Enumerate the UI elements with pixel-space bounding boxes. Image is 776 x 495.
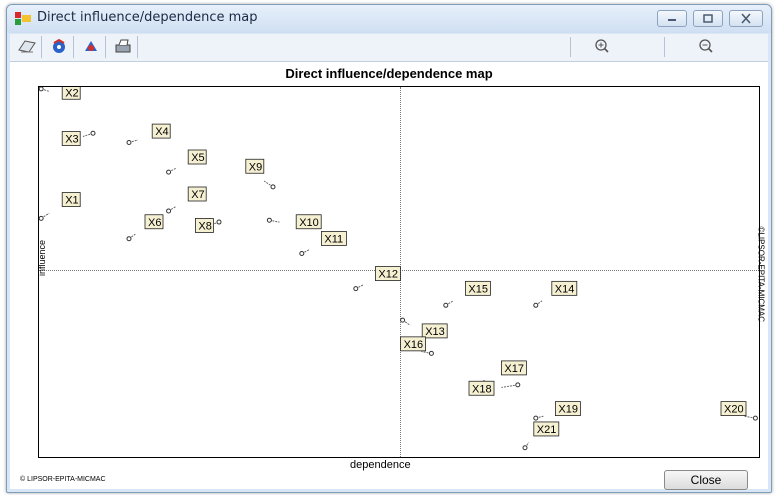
point-label: X18 [472, 383, 492, 395]
data-point-x13[interactable]: X13 [400, 317, 448, 339]
point-marker [270, 184, 276, 190]
point-marker [752, 415, 758, 421]
data-point-x11[interactable]: X11 [299, 230, 347, 256]
data-point-x12[interactable]: X12 [353, 266, 401, 292]
point-label: X17 [504, 363, 524, 375]
minimize-button[interactable] [657, 10, 687, 27]
title-bar[interactable]: Direct influence/dependence map [7, 5, 771, 33]
data-point-x15[interactable]: X15 [443, 280, 491, 308]
close-button[interactable]: Close [664, 470, 748, 490]
point-label: X21 [537, 424, 557, 436]
printer-icon [115, 39, 130, 53]
format-button[interactable] [76, 36, 106, 58]
point-label: X11 [324, 233, 343, 245]
point-label: X16 [404, 339, 424, 351]
app-window: Direct influence/dependence map Direct i… [6, 4, 772, 493]
close-window-button[interactable] [729, 10, 763, 27]
copy-icon [17, 40, 36, 53]
toolbar-separator [570, 37, 571, 57]
data-point-x3[interactable]: X3 [61, 130, 96, 146]
point-marker [428, 350, 434, 356]
point-marker [126, 140, 132, 145]
point-label: X4 [155, 126, 168, 138]
app-icon [15, 12, 31, 25]
point-marker [166, 169, 172, 175]
toolbar [10, 34, 768, 62]
point-label: X9 [249, 161, 262, 173]
point-marker [515, 382, 521, 388]
close-icon [741, 13, 751, 24]
point-label: X10 [299, 217, 319, 229]
data-point-x20[interactable]: X20 [720, 401, 758, 421]
data-point-x10[interactable]: X10 [266, 214, 322, 230]
zoom-in-button[interactable] [582, 36, 622, 58]
point-label: X2 [65, 87, 78, 99]
point-label: X6 [148, 217, 161, 229]
data-point-x4[interactable]: X4 [126, 123, 171, 145]
point-label: X13 [425, 326, 445, 338]
data-point-x6[interactable]: X6 [126, 214, 164, 242]
data-point-x2[interactable]: X2 [39, 87, 81, 100]
point-label: X3 [65, 134, 78, 146]
scatter-plot: X1 X2 X3 X4 X5 X6 X7 X8 X9 X10 X11 X12 X13 X14 X15 X16 X… [39, 87, 758, 451]
point-marker [400, 317, 406, 323]
point-label: X19 [558, 404, 578, 416]
color-button[interactable] [44, 36, 74, 58]
point-marker [353, 286, 359, 292]
maximize-button[interactable] [693, 10, 723, 27]
point-label: X7 [191, 189, 204, 201]
data-point-x19[interactable]: X19 [533, 401, 581, 421]
side-credit: ©LIPSOR-EPITA-MICMAC [756, 226, 766, 323]
footer-credit: © LIPSOR-EPITA-MICMAC [20, 476, 106, 483]
point-label: X12 [378, 269, 398, 281]
data-point-x5[interactable]: X5 [166, 149, 207, 175]
point-marker [522, 445, 528, 451]
toolbar-separator [664, 37, 665, 57]
zoom-out-button[interactable] [686, 36, 726, 58]
point-label: X8 [198, 220, 211, 232]
point-marker [216, 219, 222, 225]
y-axis-label: influence [37, 239, 47, 277]
print-button[interactable] [108, 36, 138, 58]
data-point-x7[interactable]: X7 [166, 186, 207, 214]
data-point-x21[interactable]: X21 [522, 421, 560, 451]
data-point-x9[interactable]: X9 [245, 158, 276, 190]
data-point-x8[interactable]: X8 [194, 218, 222, 233]
data-point-x1[interactable]: X1 [39, 192, 81, 221]
minimize-icon [668, 19, 676, 21]
copy-button[interactable] [12, 36, 42, 58]
chart-title: Direct influence/dependence map [285, 66, 493, 81]
plot-area: X1 X2 X3 X4 X5 X6 X7 X8 X9 X10 X11 X12 X13 X14 X15 X16 X… [37, 86, 766, 458]
point-label: X14 [555, 283, 575, 295]
point-marker [126, 236, 132, 242]
point-marker [299, 251, 305, 256]
point-label: X1 [65, 195, 78, 207]
zoom-out-icon [699, 39, 713, 53]
point-label: X5 [191, 152, 204, 164]
map-area: Direct influence/dependence map X1 X2 X3 X4… [10, 62, 768, 490]
color-palette-icon [52, 38, 65, 53]
format-icon [84, 41, 97, 51]
maximize-icon [703, 14, 713, 23]
point-marker [39, 87, 44, 92]
point-marker [443, 302, 449, 308]
point-marker [39, 215, 44, 221]
point-label: X15 [468, 283, 488, 295]
data-point-x14[interactable]: X14 [533, 280, 578, 308]
data-point-x16[interactable]: X16 [400, 336, 434, 356]
point-marker [533, 302, 539, 308]
data-point-x18[interactable]: X18 [468, 380, 521, 396]
point-label: X20 [724, 404, 744, 416]
point-marker [533, 415, 539, 421]
point-marker [266, 217, 272, 223]
point-marker [90, 130, 96, 136]
x-axis-label: dependence [350, 459, 411, 471]
window-title: Direct influence/dependence map [37, 10, 258, 25]
point-marker [166, 208, 172, 214]
zoom-in-icon [595, 39, 609, 53]
